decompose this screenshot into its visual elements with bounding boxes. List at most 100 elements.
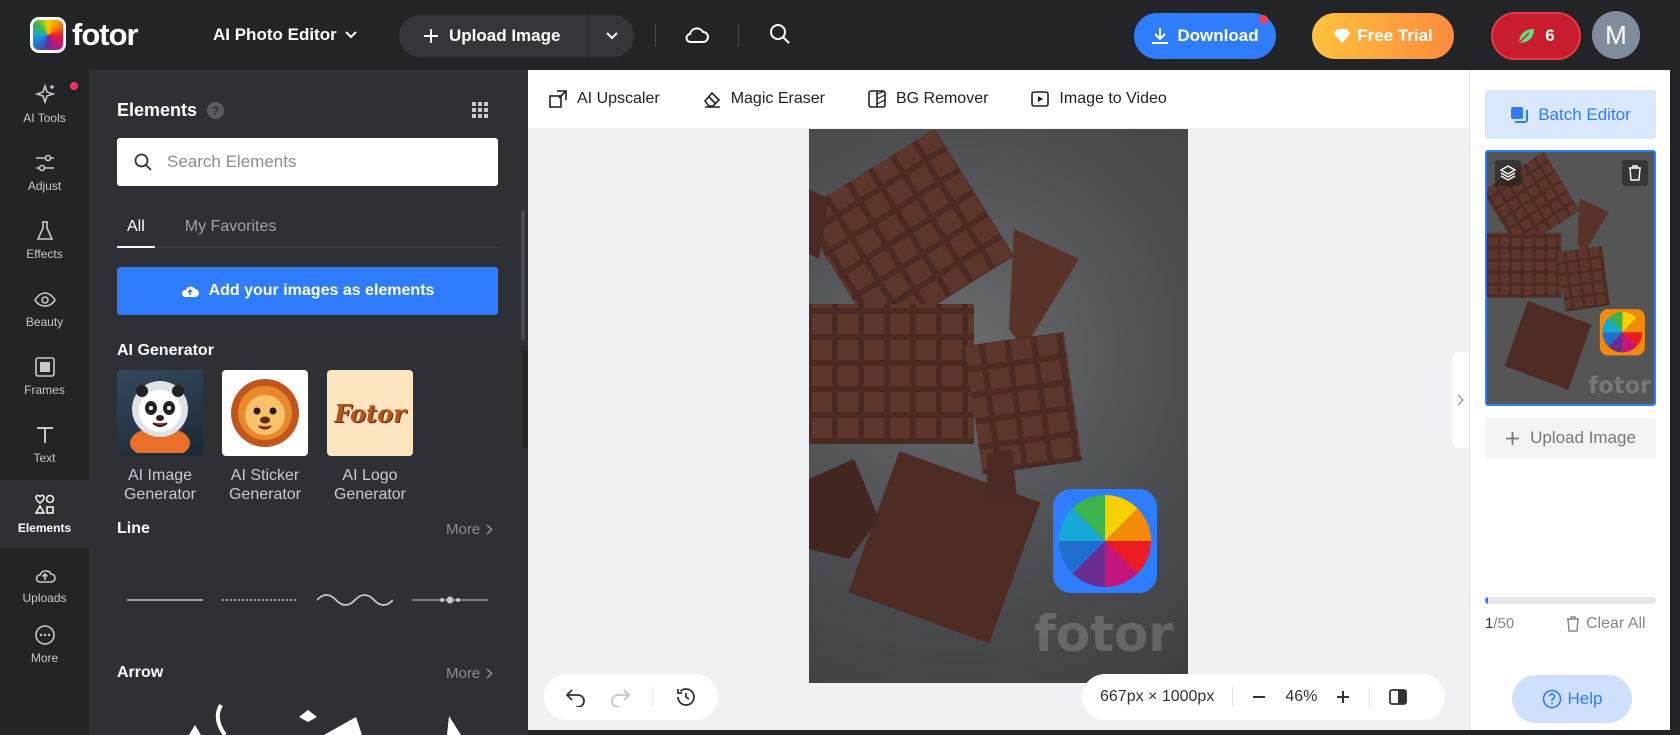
rail-item-more[interactable]: More xyxy=(0,612,89,676)
ai-sticker-generator-card[interactable]: AI Sticker Generator xyxy=(222,370,308,504)
watermark-text: fotor xyxy=(1034,605,1173,663)
rail-item-frames[interactable]: Frames xyxy=(0,344,89,408)
upload-image-batch-button[interactable]: Upload Image xyxy=(1485,418,1656,458)
bg-remove-icon xyxy=(868,90,886,108)
batch-progress-bar xyxy=(1485,597,1656,604)
rail-item-adjust[interactable]: Adjust xyxy=(0,140,89,204)
ai-image-generator-thumb xyxy=(117,370,203,456)
divider xyxy=(738,24,739,46)
ai-image-generator-card[interactable]: AI Image Generator xyxy=(117,370,203,504)
fotor-logo[interactable]: fotor xyxy=(30,17,139,53)
upload-image-button[interactable]: Upload Image xyxy=(399,15,589,57)
generator-label-line2: Generator xyxy=(333,486,407,503)
free-trial-label: Free Trial xyxy=(1357,26,1433,45)
credits-count: 6 xyxy=(1545,26,1555,45)
ai-upscaler-tool[interactable]: AI Upscaler xyxy=(548,89,660,109)
free-trial-button[interactable]: Free Trial xyxy=(1312,13,1454,59)
redo-icon[interactable] xyxy=(609,687,631,707)
rail-item-ai-tools[interactable]: AI Tools xyxy=(0,72,89,136)
download-button[interactable]: Download xyxy=(1134,13,1276,59)
undo-icon[interactable] xyxy=(565,687,587,707)
arrow-more-link[interactable]: More xyxy=(446,665,493,682)
compare-icon[interactable] xyxy=(1388,688,1408,706)
plus-icon xyxy=(1506,431,1520,445)
top-bar: fotor AI Photo Editor Upload Image Downl… xyxy=(0,0,1680,70)
notification-dot xyxy=(1259,15,1268,24)
app-title-dropdown[interactable]: AI Photo Editor xyxy=(213,25,357,45)
tab-all[interactable]: All xyxy=(117,218,155,248)
rail-label: Uploads xyxy=(22,591,67,605)
chocolate-photo: fotor xyxy=(809,129,1173,663)
tab-my-favorites[interactable]: My Favorites xyxy=(175,218,287,248)
bg-remover-tool[interactable]: BG Remover xyxy=(867,89,988,109)
chevron-right-icon xyxy=(486,668,493,679)
upload-options-button[interactable] xyxy=(589,15,634,57)
help-button[interactable]: Help xyxy=(1512,675,1632,723)
ornament-line-element[interactable] xyxy=(412,590,488,610)
ai-logo-generator-card[interactable]: Fotor AI Logo Generator xyxy=(327,370,413,504)
chevron-right-icon xyxy=(486,524,493,535)
download-icon xyxy=(1152,28,1169,44)
rail-item-effects[interactable]: Effects xyxy=(0,208,89,272)
arrow-section-title: Arrow xyxy=(117,664,164,681)
magic-eraser-tool[interactable]: Magic Eraser xyxy=(702,89,825,109)
help-icon[interactable]: ? xyxy=(207,102,225,119)
search-input[interactable] xyxy=(167,152,467,172)
rail-item-elements[interactable]: Elements xyxy=(0,480,89,548)
solid-line-element[interactable] xyxy=(127,590,203,610)
line-more-link[interactable]: More xyxy=(446,521,493,538)
layers-icon[interactable] xyxy=(1495,160,1521,186)
avatar[interactable]: M xyxy=(1592,11,1640,59)
grid-view-icon[interactable] xyxy=(472,102,488,118)
rail-item-text[interactable]: Text xyxy=(0,412,89,476)
credits-button[interactable]: 6 xyxy=(1491,12,1581,60)
panel-scrollbar[interactable] xyxy=(521,210,525,340)
sparkle-icon xyxy=(33,83,56,105)
rail-label: Text xyxy=(33,451,56,465)
wavy-line-element[interactable] xyxy=(317,590,393,610)
arrow-elements-preview[interactable] xyxy=(149,702,489,735)
zoom-level[interactable]: 46% xyxy=(1285,688,1317,706)
search-icon xyxy=(134,153,152,171)
rail-item-beauty[interactable]: Beauty xyxy=(0,276,89,340)
download-label: Download xyxy=(1177,26,1259,45)
cloud-upload-icon xyxy=(35,570,56,583)
batch-count: 1/50 xyxy=(1485,615,1514,632)
ai-logo-generator-thumb: Fotor xyxy=(327,370,413,456)
add-images-button[interactable]: Add your images as elements xyxy=(117,267,498,315)
image-to-video-tool[interactable]: Image to Video xyxy=(1030,89,1167,109)
zoom-in-icon[interactable] xyxy=(1335,689,1351,705)
rail-item-uploads[interactable]: Uploads xyxy=(0,552,89,616)
rail-label: Effects xyxy=(26,247,63,261)
chevron-right-icon xyxy=(1457,394,1464,406)
batch-progress-fill xyxy=(1485,597,1489,604)
panel-title-text: Elements xyxy=(117,100,198,120)
batch-editor-label: Batch Editor xyxy=(1538,104,1631,124)
more-icon xyxy=(34,625,55,645)
element-tabs: All My Favorites xyxy=(117,218,498,248)
logo-text: fotor xyxy=(72,17,139,52)
trash-icon[interactable] xyxy=(1622,160,1648,186)
canvas-image[interactable]: fotor xyxy=(809,129,1188,683)
notification-dot xyxy=(70,82,78,90)
rail-label: Beauty xyxy=(25,315,64,329)
history-icon[interactable] xyxy=(675,686,697,708)
search-icon[interactable] xyxy=(768,22,792,46)
clear-all-button[interactable]: Clear All xyxy=(1566,615,1646,633)
shapes-icon xyxy=(34,494,54,514)
frame-icon xyxy=(34,357,55,377)
cloud-icon[interactable] xyxy=(684,22,710,48)
image-thumbnail[interactable]: fotor xyxy=(1485,150,1656,406)
zoom-out-icon[interactable] xyxy=(1251,689,1267,705)
trash-icon xyxy=(1567,616,1579,632)
cloud-upload-icon xyxy=(181,286,199,297)
tool-label: AI Upscaler xyxy=(577,90,660,107)
tool-label: Magic Eraser xyxy=(730,90,825,107)
eye-icon xyxy=(33,292,56,307)
plus-icon xyxy=(424,29,438,43)
expand-right-panel-button[interactable] xyxy=(1452,352,1469,448)
batch-editor-button[interactable]: Batch Editor xyxy=(1485,90,1656,139)
dotted-line-element[interactable] xyxy=(222,590,298,610)
divider xyxy=(655,24,656,46)
tool-label: Image to Video xyxy=(1059,90,1167,107)
